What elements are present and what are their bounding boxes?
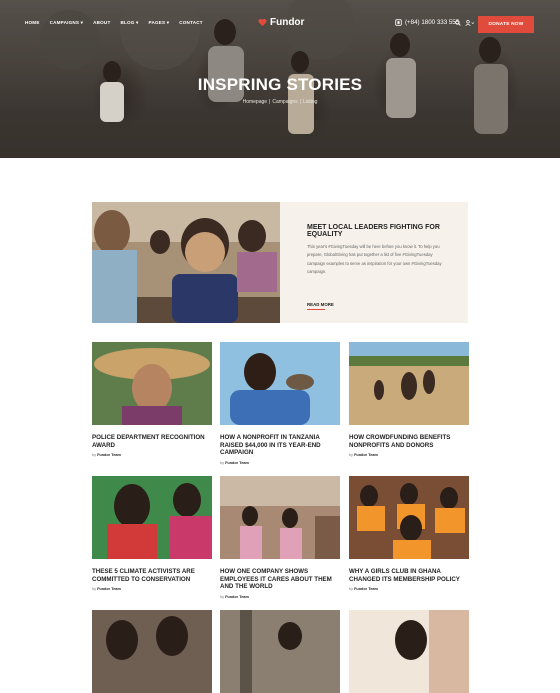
top-navigation: HOME CAMPAIGNS ▾ ABOUT BLOG ▾ PAGES ▾ CO… (0, 0, 560, 46)
story-card-image[interactable] (92, 610, 212, 693)
story-card-image[interactable] (92, 342, 212, 425)
main-menu: HOME CAMPAIGNS ▾ ABOUT BLOG ▾ PAGES ▾ CO… (25, 20, 203, 26)
story-card-image[interactable] (349, 610, 469, 693)
menu-item-contact[interactable]: CONTACT (179, 20, 203, 26)
byline-prefix: by (92, 587, 97, 592)
featured-story-excerpt: This year's #GivingTuesday will be here … (307, 244, 442, 275)
featured-story-title[interactable]: MEET LOCAL LEADERS FIGHTING FOR EQUALITY (307, 224, 468, 238)
story-card: WHY A GIRLS CLUB IN GHANA CHANGED ITS ME… (349, 476, 469, 591)
story-card-image[interactable] (220, 476, 340, 559)
story-card-image[interactable] (349, 342, 469, 425)
story-card (220, 610, 340, 693)
story-card-title[interactable]: HOW ONE COMPANY SHOWS EMPLOYEES IT CARES… (220, 568, 340, 591)
menu-item-blog[interactable]: BLOG ▾ (120, 20, 138, 26)
user-icon[interactable] (465, 20, 474, 26)
byline-prefix: by (349, 453, 354, 458)
story-card-author: by Fundor Team (349, 453, 469, 457)
author-name[interactable]: Fundor Team (225, 461, 249, 465)
story-card-title[interactable]: WHY A GIRLS CLUB IN GHANA CHANGED ITS ME… (349, 568, 469, 583)
byline-prefix: by (92, 453, 97, 458)
story-card-title[interactable]: HOW A NONPROFIT IN TANZANIA RAISED $44,0… (220, 434, 340, 457)
story-card-author: by Fundor Team (92, 587, 212, 591)
menu-item-label: CAMPAIGNS (49, 20, 80, 25)
byline-prefix: by (220, 594, 225, 599)
menu-item-label: BLOG (120, 20, 135, 25)
heart-logo-icon (258, 18, 267, 27)
menu-item-about[interactable]: ABOUT (93, 20, 110, 26)
story-card-author: by Fundor Team (220, 461, 340, 465)
story-card (92, 610, 212, 693)
story-card-author: by Fundor Team (349, 587, 469, 591)
byline-prefix: by (220, 460, 225, 465)
menu-item-home[interactable]: HOME (25, 20, 40, 26)
story-card-author: by Fundor Team (220, 595, 340, 599)
author-name[interactable]: Fundor Team (354, 453, 378, 457)
story-card: THESE 5 CLIMATE ACTIVISTS ARE COMMITTED … (92, 476, 212, 591)
menu-item-pages[interactable]: PAGES ▾ (149, 20, 170, 26)
author-name[interactable]: Fundor Team (97, 587, 121, 591)
story-card: POLICE DEPARTMENT RECOGNITION AWARD by F… (92, 342, 212, 457)
story-card (349, 610, 469, 693)
page-title: INSPRING STORIES (197, 75, 363, 94)
featured-story: MEET LOCAL LEADERS FIGHTING FOR EQUALITY… (92, 202, 468, 323)
story-card-author: by Fundor Team (92, 453, 212, 457)
author-name[interactable]: Fundor Team (354, 587, 378, 591)
story-card-title[interactable]: HOW CROWDFUNDING BENEFITS NONPROFITS AND… (349, 434, 469, 449)
read-more-link[interactable]: READ MORE (307, 302, 334, 310)
story-card-image[interactable] (220, 342, 340, 425)
breadcrumb-current: Listing (302, 99, 318, 105)
menu-item-campaigns[interactable]: CAMPAIGNS ▾ (50, 20, 84, 26)
story-card-image[interactable] (349, 476, 469, 559)
story-card: HOW ONE COMPANY SHOWS EMPLOYEES IT CARES… (220, 476, 340, 599)
story-card-title[interactable]: THESE 5 CLIMATE ACTIVISTS ARE COMMITTED … (92, 568, 212, 583)
story-card: HOW A NONPROFIT IN TANZANIA RAISED $44,0… (220, 342, 340, 465)
logo-text: Fundor (270, 17, 305, 28)
donate-button[interactable]: DONATE NOW (478, 16, 534, 33)
story-card: HOW CROWDFUNDING BENEFITS NONPROFITS AND… (349, 342, 469, 457)
phone-contact[interactable]: (+84) 1800 333 555 (395, 19, 459, 26)
author-name[interactable]: Fundor Team (225, 595, 249, 599)
story-card-title[interactable]: POLICE DEPARTMENT RECOGNITION AWARD (92, 434, 212, 449)
breadcrumb: Homepage | Campaigns | Listing (242, 99, 318, 105)
phone-icon (395, 19, 402, 26)
breadcrumb-campaigns[interactable]: Campaigns (272, 99, 297, 105)
phone-number: (+84) 1800 333 555 (405, 19, 460, 26)
featured-story-image[interactable] (92, 202, 280, 323)
author-name[interactable]: Fundor Team (97, 453, 121, 457)
search-icon[interactable] (455, 20, 461, 26)
story-card-image[interactable] (220, 610, 340, 693)
story-card-image[interactable] (92, 476, 212, 559)
menu-item-label: PAGES (148, 20, 166, 25)
byline-prefix: by (349, 587, 354, 592)
site-logo[interactable]: Fundor (258, 17, 304, 28)
breadcrumb-home[interactable]: Homepage (243, 99, 267, 105)
